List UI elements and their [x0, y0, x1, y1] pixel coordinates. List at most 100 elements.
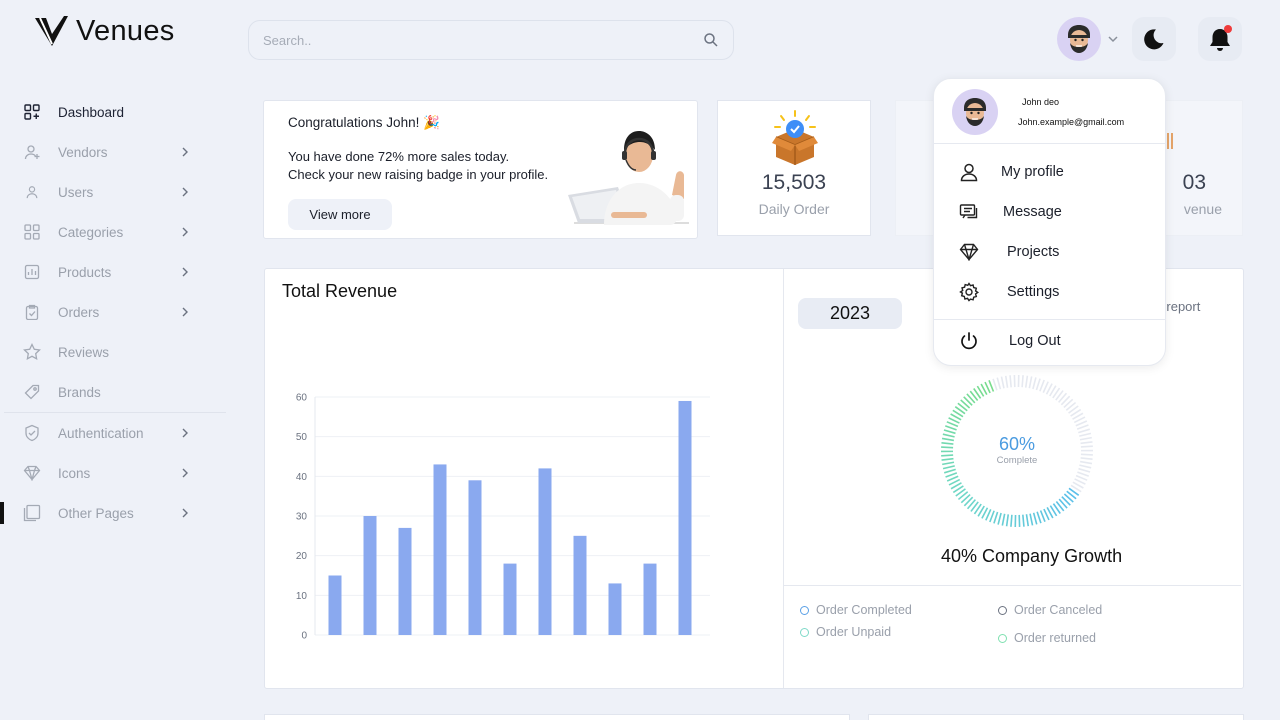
sidebar-item-authentication[interactable]: Authentication: [0, 413, 226, 453]
menu-item-log-out[interactable]: Log Out: [958, 328, 1148, 354]
gauge-tick: [1009, 375, 1012, 388]
notifications-button[interactable]: [1198, 17, 1242, 61]
gauge-tick: [941, 446, 954, 449]
gauge-tick: [1036, 511, 1042, 524]
sidebar-item-brands[interactable]: Brands: [0, 372, 226, 412]
revenue-bar[interactable]: [573, 535, 587, 635]
sidebar-item-orders[interactable]: Orders: [0, 292, 226, 332]
revenue-bar[interactable]: [328, 575, 342, 636]
stat-value: 15,503: [761, 171, 827, 194]
revenue-bar[interactable]: [503, 563, 517, 635]
gauge-tick: [1076, 424, 1089, 430]
star-icon: [22, 342, 42, 362]
gauge-tick: [941, 457, 954, 461]
gauge-tick: [942, 461, 955, 466]
welcome-card: Congratulations John! 🎉 You have done 72…: [263, 100, 698, 239]
user-menu-button[interactable]: [1057, 17, 1119, 61]
chevron-right-icon: [182, 267, 188, 277]
revenue-bar[interactable]: [363, 516, 377, 635]
menu-item-my-profile[interactable]: My profile: [958, 159, 1148, 185]
legend-label: Order Canceled: [1014, 603, 1103, 617]
view-more-button[interactable]: View more: [288, 199, 392, 230]
brand-logo[interactable]: Venues: [34, 14, 175, 48]
gauge-tick: [1000, 376, 1005, 389]
menu-item-label: My profile: [1001, 164, 1064, 180]
sidebar-item-label: Products: [58, 264, 112, 280]
sidebar-menu: Dashboard Vendors Users Categories Produ…: [0, 92, 226, 533]
revenue-bar[interactable]: [538, 468, 552, 635]
revenue-bar[interactable]: [678, 400, 692, 635]
sidebar: Venues Dashboard Vendors Users Categorie…: [0, 0, 226, 720]
sidebar-item-categories[interactable]: Categories: [0, 212, 226, 252]
sidebar-item-label: Icons: [58, 465, 91, 481]
revenue-bar[interactable]: [608, 583, 622, 635]
sidebar-item-products[interactable]: Products: [0, 252, 226, 292]
chevron-right-icon: [182, 468, 188, 478]
gauge-tick: [1079, 432, 1092, 437]
menu-item-settings[interactable]: Settings: [958, 279, 1148, 305]
sidebar-item-dashboard[interactable]: Dashboard: [0, 92, 226, 132]
legend-label: Order Completed: [816, 603, 912, 617]
year-selector[interactable]: 2023: [798, 298, 902, 329]
gauge-tick: [992, 378, 998, 391]
person-laptop-illustration: [568, 131, 689, 225]
gauge-tick: [1022, 514, 1025, 527]
user-icon: [22, 182, 42, 202]
gauge-tick: [1029, 513, 1034, 526]
gauge-tick: [1004, 375, 1009, 388]
sidebar-item-label: Other Pages: [58, 505, 134, 521]
grid-icon: [22, 222, 42, 242]
gauge-tick: [1028, 376, 1033, 389]
power-icon: [958, 330, 980, 352]
menu-item-message[interactable]: Message: [958, 199, 1148, 225]
gauge-tick: [1079, 436, 1092, 441]
user-plus-icon: [22, 142, 42, 162]
y-tick-label: 10: [296, 591, 308, 602]
gauge-tick: [941, 437, 955, 442]
sidebar-item-other-pages[interactable]: Other Pages: [0, 493, 226, 533]
grid-plus-icon: [22, 102, 42, 122]
sidebar-item-label: Orders: [58, 304, 100, 320]
gauge-tick: [942, 465, 955, 470]
tag-icon: [22, 382, 42, 402]
gauge-tick: [945, 425, 957, 431]
gauge-tick: [941, 441, 954, 445]
gauge-tick: [1039, 379, 1045, 392]
sidebar-item-label: Dashboard: [58, 104, 125, 120]
revenue-bar[interactable]: [398, 527, 412, 635]
gauge-tick: [1080, 453, 1093, 456]
sidebar-item-vendors[interactable]: Vendors: [0, 132, 226, 172]
chevron-right-icon: [182, 428, 188, 438]
sidebar-item-icons[interactable]: Icons: [0, 453, 226, 493]
search-bar[interactable]: [248, 20, 734, 60]
user-email: John.example@gmail.com: [1018, 117, 1125, 127]
sidebar-item-users[interactable]: Users: [0, 172, 226, 212]
revenue-bar[interactable]: [433, 464, 447, 635]
gauge-tick: [1078, 467, 1091, 473]
gauge-tick: [1075, 474, 1088, 481]
gauge-tick: [942, 433, 955, 438]
gauge-percent: 60%: [998, 434, 1036, 454]
stat-label: Daily Order: [758, 201, 830, 217]
diamond-icon: [22, 463, 42, 483]
search-icon[interactable]: [703, 32, 719, 48]
gauge-tick: [943, 468, 956, 474]
stat-label: venue: [1183, 201, 1222, 217]
dark-mode-toggle[interactable]: [1132, 17, 1176, 61]
brand-name: Venues: [76, 14, 175, 47]
y-tick-label: 60: [296, 393, 308, 404]
gauge-tick: [1025, 514, 1030, 527]
legend-label: Order returned: [1014, 631, 1096, 645]
revenue-bar[interactable]: [643, 563, 657, 635]
gauge-tick: [1001, 513, 1006, 526]
menu-item-projects[interactable]: Projects: [958, 239, 1148, 265]
sidebar-item-label: Categories: [58, 224, 124, 240]
sidebar-item-label: Reviews: [58, 344, 110, 360]
dropdown-divider: [934, 319, 1165, 320]
sidebar-item-reviews[interactable]: Reviews: [0, 332, 226, 372]
gauge-tick: [1080, 457, 1093, 461]
bottom-card-left: [264, 714, 850, 720]
revenue-bar[interactable]: [468, 480, 482, 635]
search-input[interactable]: [263, 32, 703, 48]
y-tick-label: 20: [296, 551, 308, 562]
